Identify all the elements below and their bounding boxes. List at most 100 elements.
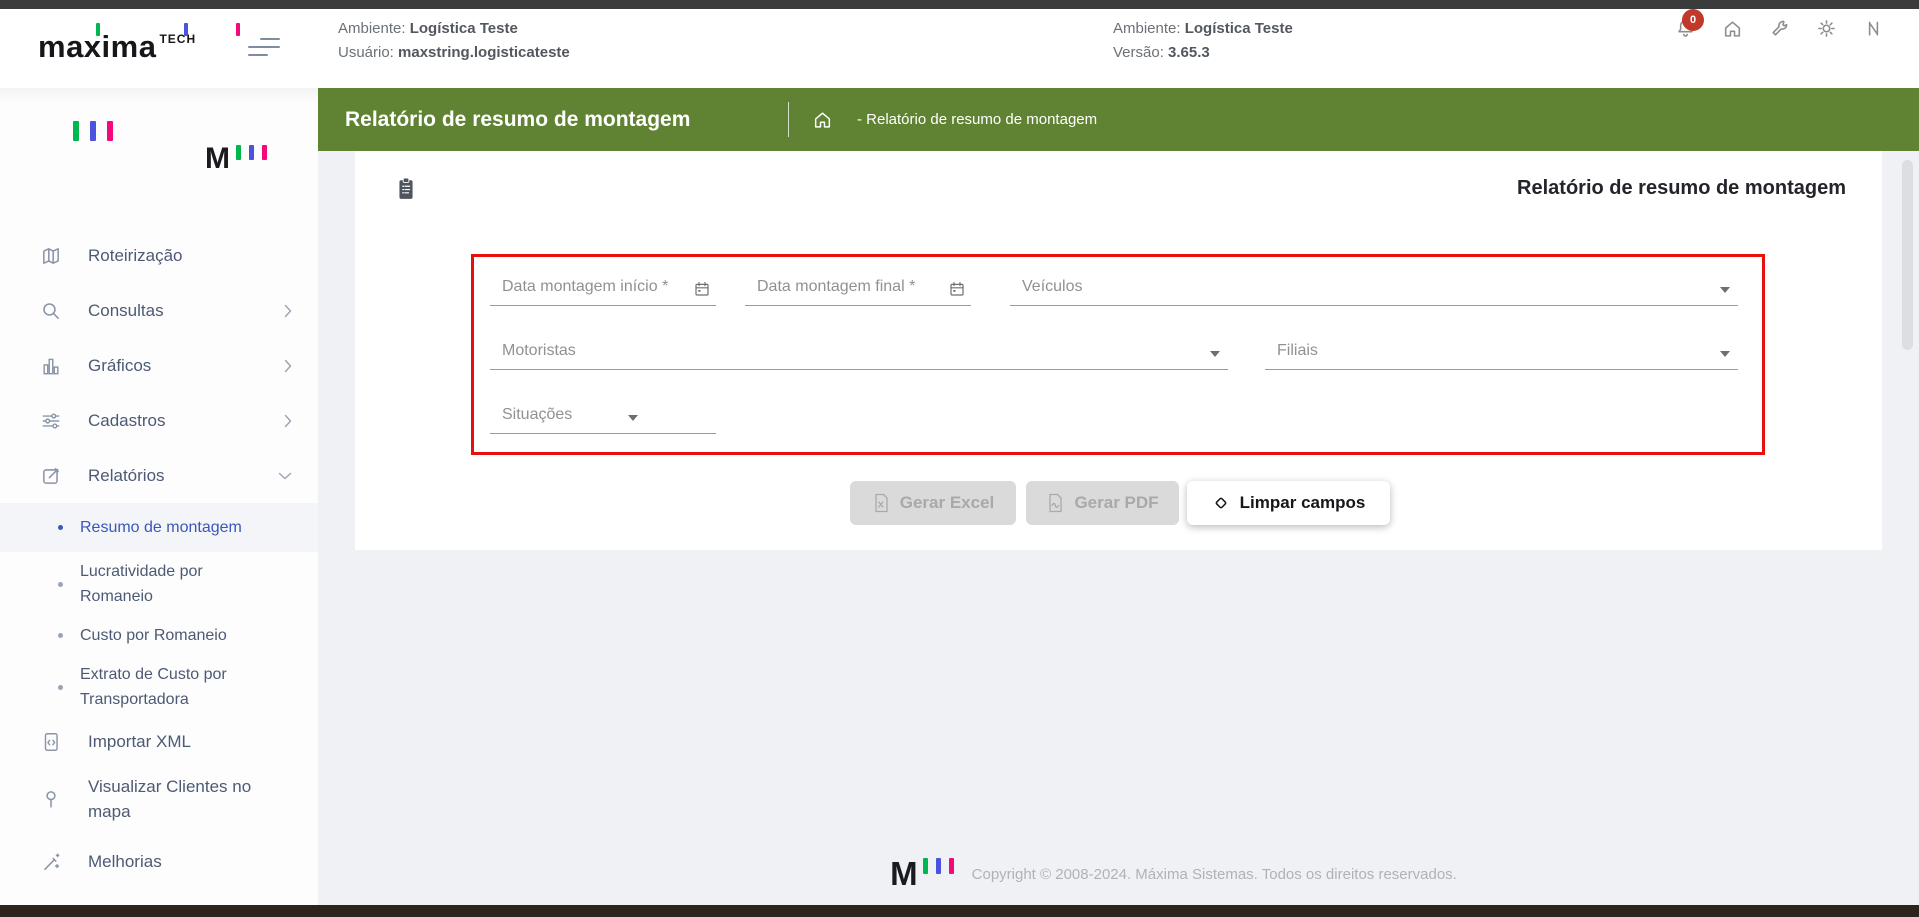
bar-chart-icon [40,355,62,377]
button-label: Limpar campos [1239,493,1366,512]
environment-version-info: Ambiente: Logística Teste Versão: 3.65.3 [1113,19,1293,67]
drivers-select[interactable]: Motoristas [490,330,1228,370]
sidebar-item-importar-xml[interactable]: Importar XML [0,719,318,764]
sidebar-item-label: Consultas [88,301,164,320]
sidebar-item-label: Gráficos [88,356,152,375]
sidebar-item-label: Relatórios [88,466,165,485]
brand-tick-pink [236,23,240,36]
footer-logo-m: M [890,855,918,892]
notifications-bell-icon[interactable]: 0 [1672,10,1703,41]
generate-excel-button[interactable]: Gerar Excel [850,481,1016,525]
sidebar-subitem-resumo-de-montagem[interactable]: Resumo de montagem [0,503,318,552]
pdf-file-icon [1049,493,1063,513]
environment-info: Ambiente: Logística Teste Usuário: maxst… [338,19,570,67]
home-icon[interactable] [1719,15,1745,41]
field-label: Veículos [1022,278,1083,295]
sidebar-item-visualizar-clientes[interactable]: Visualizar Clientes no mapa [0,764,318,834]
copyright-text: Copyright © 2008-2024. Máxima Sistemas. … [971,865,1457,883]
chevron-right-icon [284,359,292,373]
env-label: Ambiente: [338,20,406,37]
eraser-icon [1215,497,1227,509]
sliders-icon [40,410,62,432]
sidebar-subitem-label: Custo por Romaneio [80,627,227,644]
magic-wand-icon [40,851,62,873]
chevron-right-icon [284,304,292,318]
bullet-dot [58,684,63,690]
calendar-icon[interactable] [694,281,710,297]
button-label: Gerar PDF [1074,493,1159,512]
generate-pdf-button[interactable]: Gerar PDF [1026,481,1179,525]
topbar-divider [788,102,789,137]
field-label: Data montagem início * [502,278,669,295]
branches-select[interactable]: Filiais [1265,330,1738,370]
env2-label: Ambiente: [1113,20,1181,37]
sidebar-item-label: Importar XML [88,732,191,751]
sidebar-item-roteirizacao[interactable]: Roteirização [0,228,318,283]
sidebar-item-consultas[interactable]: Consultas [0,283,318,338]
app-root: maxima TECH Ambiente: Logística Teste Usu… [0,0,1919,917]
dropdown-caret-icon [1720,287,1730,293]
sidebar-item-cadastros[interactable]: Cadastros [0,393,318,448]
edit-icon [40,465,62,487]
sidebar-item-label: Roteirização [88,246,183,265]
vertical-scrollbar[interactable] [1902,160,1913,350]
footer-logo-bars [922,858,962,874]
vehicles-select[interactable]: Veículos [1010,266,1738,306]
main-content: Relatório de resumo de montagem Data mon… [318,151,1919,905]
version-value: 3.65.3 [1168,44,1210,61]
top-strip [0,0,1919,9]
field-label: Filiais [1277,342,1318,359]
chevron-down-icon [278,472,292,480]
sidebar-subitem-custo-por-romaneio[interactable]: Custo por Romaneio [0,616,318,655]
brand-tick-green [96,23,100,36]
bullet-dot [58,525,63,530]
date-end-field[interactable]: Data montagem final * [745,266,971,306]
sidebar-item-label: Melhorias [88,852,162,871]
search-icon [40,300,62,322]
logo-m-bars [236,145,275,160]
field-label: Data montagem final * [757,278,916,295]
sidebar-subitem-label: Lucratividade por Romaneio [80,563,203,605]
user-label: Usuário: [338,44,394,61]
footer: M Copyright © 2008-2024. Máxima Sistemas… [428,849,1919,899]
field-label: Situações [502,406,573,423]
env-value: Logística Teste [409,20,518,37]
map-pin-icon [40,788,62,810]
date-start-field[interactable]: Data montagem início * [490,266,716,306]
breadcrumb: - Relatório de resumo de montagem [857,111,1098,128]
chevron-right-icon [284,414,292,428]
field-label: Motoristas [502,342,576,359]
content-card: Relatório de resumo de montagem Data mon… [355,151,1882,550]
calendar-icon[interactable] [949,281,965,297]
sidebar-subitem-extrato-de-custo[interactable]: Extrato de Custo por Transportadora [0,655,318,719]
brand-tick-blue [184,23,188,36]
env2-value: Logística Teste [1184,20,1293,37]
sidebar-nav: Roteirização Consultas Gráficos Cadastro… [0,228,318,889]
xml-file-icon [40,731,62,753]
sidebar-item-graficos[interactable]: Gráficos [0,338,318,393]
gear-icon[interactable] [1813,15,1839,41]
hamburger-menu-icon[interactable] [248,38,280,60]
bullet-dot [58,633,63,638]
brand-logo: maxima TECH [38,23,248,69]
user-value: maxstring.logisticateste [398,44,570,61]
excel-file-icon [875,493,888,513]
breadcrumb-home-icon[interactable] [812,109,833,130]
situations-select[interactable]: Situações [490,394,716,434]
sidebar-item-label: Visualizar Clientes no mapa [88,777,252,821]
sidebar-subitem-lucratividade-por-romaneio[interactable]: Lucratividade por Romaneio [0,552,318,616]
clear-fields-button[interactable]: Limpar campos [1187,481,1390,525]
sidebar-logo-bars [73,121,124,141]
sidebar-item-melhorias[interactable]: Melhorias [0,834,318,889]
version-label: Versão: [1113,44,1164,61]
sidebar-subitem-label: Resumo de montagem [80,519,242,536]
route-n-icon[interactable] [1860,15,1886,41]
wrench-icon[interactable] [1766,15,1792,41]
sidebar: M Roteirização Consultas Gráficos Cadast… [0,88,318,905]
notification-count-badge: 0 [1683,10,1703,30]
dropdown-caret-icon [1720,351,1730,357]
sidebar-item-relatorios[interactable]: Relatórios [0,448,318,503]
card-title: Relatório de resumo de montagem [1517,177,1846,199]
sidebar-subitem-label: Extrato de Custo por Transportadora [80,666,227,708]
dropdown-caret-icon [628,415,638,421]
